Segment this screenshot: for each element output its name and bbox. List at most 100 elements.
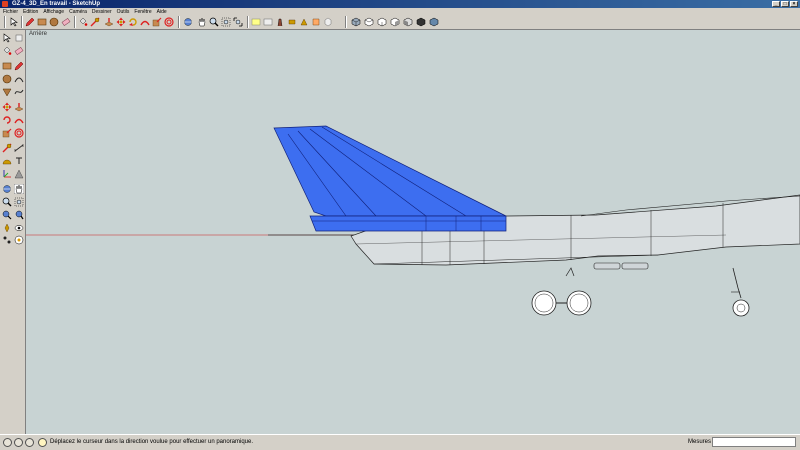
eraser-icon[interactable] (14, 46, 24, 56)
help-icon[interactable] (38, 438, 47, 447)
position-camera-icon[interactable] (299, 17, 309, 27)
perspective-view-icon[interactable] (429, 17, 439, 27)
zoom-icon[interactable] (2, 197, 12, 207)
select-icon[interactable] (2, 33, 12, 43)
line-icon[interactable] (14, 61, 24, 71)
freehand-icon[interactable] (14, 87, 24, 97)
axes-icon[interactable] (2, 169, 12, 179)
section-plane-icon[interactable] (14, 235, 24, 245)
circle-icon[interactable] (49, 17, 59, 27)
zoom-window-icon[interactable] (221, 17, 231, 27)
select-icon[interactable] (9, 17, 19, 27)
minimize-button[interactable]: _ (772, 1, 780, 7)
follow-me-icon[interactable] (140, 17, 150, 27)
dimension-icon[interactable] (263, 17, 273, 27)
gear-door-front[interactable] (593, 262, 621, 270)
menu-camera[interactable]: Caméra (69, 9, 87, 15)
iso-view-icon[interactable] (351, 17, 361, 27)
main-gear-wheel-rear[interactable] (566, 290, 592, 316)
move-icon[interactable] (2, 102, 12, 112)
measurements-input[interactable] (712, 437, 796, 447)
front-view-icon[interactable] (377, 17, 387, 27)
window-controls: _ □ × (772, 1, 798, 7)
previous-view-icon[interactable] (2, 210, 12, 220)
toolbar-separator (74, 16, 76, 28)
main-gear-strut (565, 267, 575, 277)
model-canvas (26, 125, 800, 317)
maximize-button[interactable]: □ (781, 1, 789, 7)
text-icon[interactable] (251, 17, 261, 27)
sketchup-app-icon (2, 1, 8, 7)
paint-bucket-icon[interactable] (78, 17, 88, 27)
components-icon[interactable] (323, 17, 333, 27)
pan-icon[interactable] (197, 17, 207, 27)
main-toolbar (0, 15, 800, 30)
user-icon[interactable] (25, 438, 34, 447)
rectangle-icon[interactable] (37, 17, 47, 27)
polygon-icon[interactable] (2, 87, 12, 97)
credits-icon[interactable] (14, 438, 23, 447)
menu-outils[interactable]: Outils (117, 9, 130, 15)
rectangle-icon[interactable] (2, 61, 12, 71)
offset-icon[interactable] (164, 17, 174, 27)
top-view-icon[interactable] (364, 17, 374, 27)
nose-gear-strut (732, 267, 742, 299)
close-button[interactable]: × (790, 1, 798, 7)
toolbar-separator (345, 16, 347, 28)
rotate-icon[interactable] (128, 17, 138, 27)
toolbar-separator (21, 16, 23, 28)
toolbar-separator (247, 16, 249, 28)
look-around-icon[interactable] (287, 17, 297, 27)
follow-me-icon[interactable] (14, 115, 24, 125)
zoom-extents-icon[interactable] (233, 17, 243, 27)
back-view-icon[interactable] (403, 17, 413, 27)
orbit-icon[interactable] (183, 17, 193, 27)
tail-fin-base-selected[interactable] (309, 215, 507, 232)
circle-icon[interactable] (2, 74, 12, 84)
rotate-icon[interactable] (2, 115, 12, 125)
3d-viewport[interactable]: Arrière (26, 30, 800, 434)
move-icon[interactable] (116, 17, 126, 27)
menu-fichier[interactable]: Fichier (3, 9, 18, 15)
menu-aide[interactable]: Aide (157, 9, 167, 15)
geolocation-icon[interactable] (3, 438, 12, 447)
push-pull-icon[interactable] (14, 102, 24, 112)
left-toolbar (0, 30, 26, 434)
offset-icon[interactable] (14, 128, 24, 138)
pan-icon[interactable] (14, 184, 24, 194)
walk-icon[interactable] (2, 235, 12, 245)
tail-fin-selected[interactable] (273, 125, 507, 217)
tape-measure-icon[interactable] (2, 143, 12, 153)
protractor-icon[interactable] (2, 156, 12, 166)
menu-fenetre[interactable]: Fenêtre (134, 9, 151, 15)
walk-icon[interactable] (275, 17, 285, 27)
menu-edition[interactable]: Edition (23, 9, 38, 15)
main-gear-wheel-front[interactable] (531, 290, 557, 316)
3d-text-icon[interactable] (14, 169, 24, 179)
scale-icon[interactable] (152, 17, 162, 27)
menu-affichage[interactable]: Affichage (43, 9, 64, 15)
eraser-icon[interactable] (61, 17, 71, 27)
dimension-icon[interactable] (14, 143, 24, 153)
left-view-icon[interactable] (416, 17, 426, 27)
next-view-icon[interactable] (14, 210, 24, 220)
arc-icon[interactable] (14, 74, 24, 84)
paint-bucket-icon[interactable] (2, 46, 12, 56)
nose-gear-wheel[interactable] (732, 299, 750, 317)
toolbar-separator (178, 16, 180, 28)
zoom-window-icon[interactable] (14, 197, 24, 207)
scale-icon[interactable] (2, 128, 12, 138)
zoom-icon[interactable] (209, 17, 219, 27)
tape-measure-icon[interactable] (90, 17, 100, 27)
position-camera-icon[interactable] (2, 223, 12, 233)
orbit-icon[interactable] (2, 184, 12, 194)
section-icon[interactable] (311, 17, 321, 27)
gear-door-rear[interactable] (621, 262, 649, 270)
look-around-icon[interactable] (14, 223, 24, 233)
pencil-icon[interactable] (25, 17, 35, 27)
right-view-icon[interactable] (390, 17, 400, 27)
push-pull-icon[interactable] (104, 17, 114, 27)
menu-dessiner[interactable]: Dessiner (92, 9, 112, 15)
make-component-icon[interactable] (14, 33, 24, 43)
text-icon[interactable] (14, 156, 24, 166)
